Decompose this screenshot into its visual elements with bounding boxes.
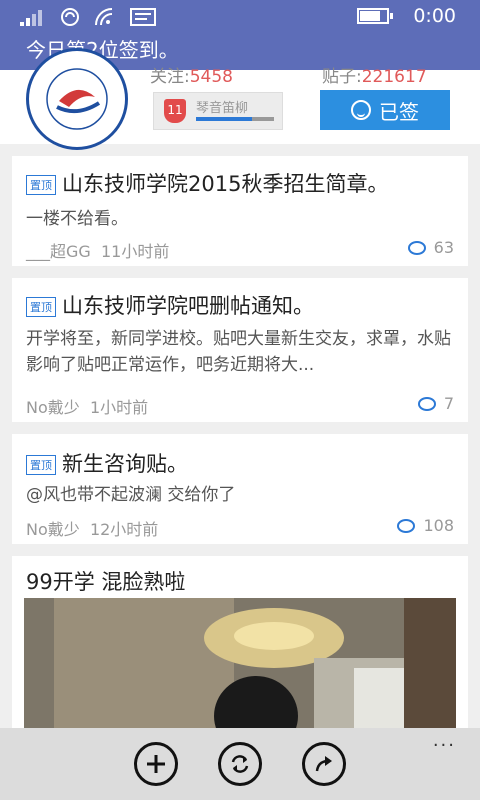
post-card[interactable]: 置顶 山东技师学院2015秋季招生简章。 一楼不给看。 ___超GG 11小时前 …: [12, 156, 468, 266]
post-author[interactable]: No戴少: [26, 398, 80, 417]
add-icon: [147, 755, 165, 773]
post-title-row: 置顶 山东技师学院2015秋季招生简章。: [26, 168, 388, 198]
wifi-icon: [95, 8, 113, 26]
app-bar: ...: [0, 728, 480, 800]
share-icon: [315, 756, 332, 772]
add-button[interactable]: [134, 742, 178, 786]
post-time: 1小时前: [89, 398, 149, 417]
post-author[interactable]: No戴少: [26, 520, 80, 539]
post-meta: No戴少 12小时前: [26, 516, 158, 540]
comment-number: 7: [443, 394, 454, 413]
follow-count: 5458: [189, 67, 233, 87]
signed-button[interactable]: 已签: [320, 90, 450, 130]
level-progress-bar: [196, 117, 274, 121]
post-photo[interactable]: [24, 598, 456, 738]
posts-label: 贴子:: [322, 67, 362, 87]
level-progress-fill: [196, 117, 253, 121]
post-meta: ___超GG 11小时前: [26, 238, 169, 262]
refresh-icon: [231, 755, 249, 773]
post-excerpt: 一楼不给看。: [26, 209, 128, 229]
posts-count: 221617: [361, 67, 427, 87]
comment-icon: [417, 396, 436, 411]
post-title: 山东技师学院2015秋季招生简章。: [62, 172, 389, 196]
pinned-badge: 置顶: [26, 297, 56, 317]
post-excerpt: @风也带不起波澜 交给你了: [26, 485, 236, 505]
pinned-badge: 置顶: [26, 175, 56, 195]
level-badge: 11: [164, 99, 186, 123]
comment-icon: [407, 240, 426, 255]
more-button[interactable]: ...: [433, 730, 456, 751]
battery-icon: [357, 8, 394, 24]
forum-header: 关注:5458 贴子:221617 11 琴音笛柳 已签: [0, 48, 480, 150]
signed-label: 已签: [379, 99, 419, 124]
post-meta: No戴少 1小时前: [26, 394, 148, 418]
message-icon: [130, 8, 156, 26]
post-excerpt: 开学将至，新同学进校。贴吧大量新生交友，求罩，水贴影响了贴吧正常运作，吧务近期将…: [26, 329, 451, 375]
clock: 0:00: [413, 5, 456, 27]
post-title-row: 置顶 山东技师学院吧删帖通知。: [26, 290, 314, 320]
smile-icon: [351, 100, 371, 120]
post-card[interactable]: 置顶 新生咨询贴。 @风也带不起波澜 交给你了 No戴少 12小时前 108: [12, 434, 468, 544]
post-title: 新生咨询贴。: [62, 452, 188, 476]
status-bar: 0:00: [0, 0, 480, 34]
level-box[interactable]: 11 琴音笛柳: [153, 92, 283, 130]
data-icon: [61, 8, 79, 26]
share-button[interactable]: [302, 742, 346, 786]
comment-count: 108: [397, 516, 454, 535]
post-title: 山东技师学院吧删帖通知。: [62, 294, 314, 318]
level-name: 琴音笛柳: [196, 101, 249, 116]
follow-stat: 关注:5458: [150, 62, 233, 87]
post-author[interactable]: ___超GG: [26, 242, 91, 261]
post-card[interactable]: 99开学 混脸熟啦: [12, 556, 468, 738]
post-time: 11小时前: [100, 242, 170, 261]
comment-number: 108: [423, 516, 454, 535]
comment-number: 63: [433, 238, 454, 257]
post-title: 99开学 混脸熟啦: [26, 570, 186, 594]
post-card[interactable]: 置顶 山东技师学院吧删帖通知。 开学将至，新同学进校。贴吧大量新生交友，求罩，水贴…: [12, 278, 468, 422]
post-time: 12小时前: [89, 520, 159, 539]
posts-stat: 贴子:221617: [322, 62, 427, 87]
signal-icon: [20, 10, 42, 26]
follow-label: 关注:: [150, 67, 190, 87]
forum-logo: [26, 48, 128, 150]
post-title-row: 置顶 新生咨询贴。: [26, 448, 188, 478]
comment-icon: [397, 518, 416, 533]
comment-count: 7: [417, 394, 454, 413]
comment-count: 63: [407, 238, 454, 257]
pinned-badge: 置顶: [26, 455, 56, 475]
refresh-button[interactable]: [218, 742, 262, 786]
